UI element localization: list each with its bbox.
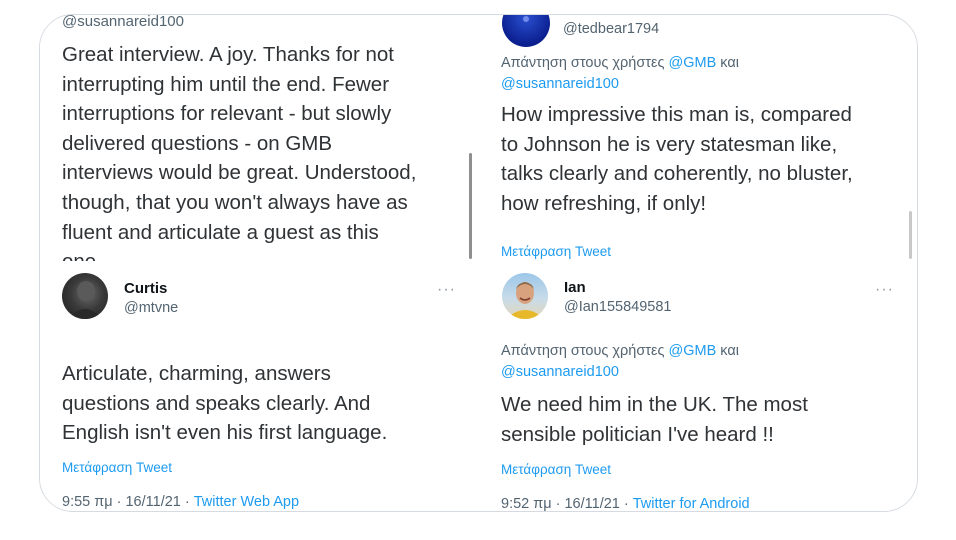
tweet-text-line: We need him in the UK. The most [501,393,808,416]
dark-profile-avatar-icon [68,281,102,319]
mention-susannareid[interactable]: @susannareid100 [501,364,619,380]
mention-susannareid[interactable]: @susannareid100 [501,76,619,92]
tweet-text-line: questions and speaks clearly. And [62,391,371,415]
reply-conj: και [720,343,739,359]
tweet-text-line: delivered questions - on GMB [62,131,333,155]
tweet-tedbear: @tedbear1794 Απάντηση στους χρήστες @GMB… [480,15,917,261]
tweet-text-line: how refreshing, if only! [501,191,707,215]
tweet-timestamp: 9:52 πμ · 16/11/21 · Twitter for Android [501,496,750,511]
tweet-text-line: interruptions for relevant - but slowly [62,102,392,126]
source-app-link[interactable]: Twitter for Android [633,496,750,511]
reply-context: Απάντηση στους χρήστες @GMB και @susanna… [501,53,739,95]
tweet-text: Great interview. A joy. Thanks for not i… [62,40,416,261]
tweet-text-line: to Johnson he is very statesman like, [501,132,838,156]
mention-gmb[interactable]: @GMB [669,343,717,359]
tweet-handle[interactable]: @susannareid100 [62,15,184,30]
avatar-curtis[interactable] [62,273,108,319]
smiling-man-avatar-icon [506,282,544,319]
more-options-icon[interactable]: ··· [875,281,894,299]
tweet-text-line: interrupting him until the end. Fewer [62,72,390,96]
timestamp-text[interactable]: 9:52 πμ · 16/11/21 · [501,496,633,511]
reply-prefix: Απάντηση στους χρήστες [501,55,665,71]
tweet-text-line: English isn't even his first language. [62,421,388,445]
tweet-text: We need him in the UK. The most sensible… [501,390,808,449]
tweet-text-line: How impressive this man is, compared [501,103,852,126]
tweet-susannareid: @susannareid100 Great interview. A joy. … [40,15,472,261]
display-name[interactable]: Ian [564,279,586,296]
translate-tweet-link[interactable]: Μετάφραση Tweet [501,462,611,477]
reply-conj: και [720,55,739,71]
tweet-ian: Ian @Ian155849581 ··· Απάντηση στους χρή… [480,267,917,511]
tweet-text-line: interviews would be great. Understood, [62,161,417,185]
tweet-timestamp: 9:55 πμ · 16/11/21 · Twitter Web App [62,494,299,510]
source-app-link[interactable]: Twitter Web App [194,494,299,510]
scrollbar[interactable] [909,211,912,259]
reply-prefix: Απάντηση στους χρήστες [501,343,665,359]
tweet-text-line: one [62,247,416,261]
tweet-text: How impressive this man is, compared to … [501,100,853,218]
tweet-handle[interactable]: @Ian155849581 [564,299,671,315]
translate-tweet-link[interactable]: Μετάφραση Tweet [501,244,611,259]
tweet-text-line: talks clearly and coherently, no bluster… [501,162,853,186]
tweet-curtis: Curtis @mtvne ··· Articulate, charming, … [40,267,472,511]
tweet-handle[interactable]: @tedbear1794 [563,21,659,37]
more-options-icon[interactable]: ··· [437,281,456,299]
tweet-text-line: sensible politician I've heard !! [501,422,774,446]
tweet-text-line: Articulate, charming, answers [62,362,331,385]
tweet-text-line: Great interview. A joy. Thanks for not [62,43,394,66]
mention-gmb[interactable]: @GMB [669,55,717,71]
timestamp-text[interactable]: 9:55 πμ · 16/11/21 · [62,494,194,510]
reply-context: Απάντηση στους χρήστες @GMB και @susanna… [501,341,739,383]
tweet-text-line: fluent and articulate a guest as this [62,220,379,244]
tweet-text: Articulate, charming, answers questions … [62,359,387,448]
scrollbar[interactable] [469,153,472,259]
tweet-text-line: though, that you won't always have as [62,190,408,214]
tweet-handle[interactable]: @mtvne [124,300,178,316]
translate-tweet-link[interactable]: Μετάφραση Tweet [62,460,172,475]
screenshot-collage: @susannareid100 Great interview. A joy. … [39,14,918,512]
avatar-tedbear[interactable] [502,15,550,47]
blue-avatar-icon [523,16,529,22]
avatar-ian[interactable] [502,273,548,319]
display-name[interactable]: Curtis [124,280,167,297]
